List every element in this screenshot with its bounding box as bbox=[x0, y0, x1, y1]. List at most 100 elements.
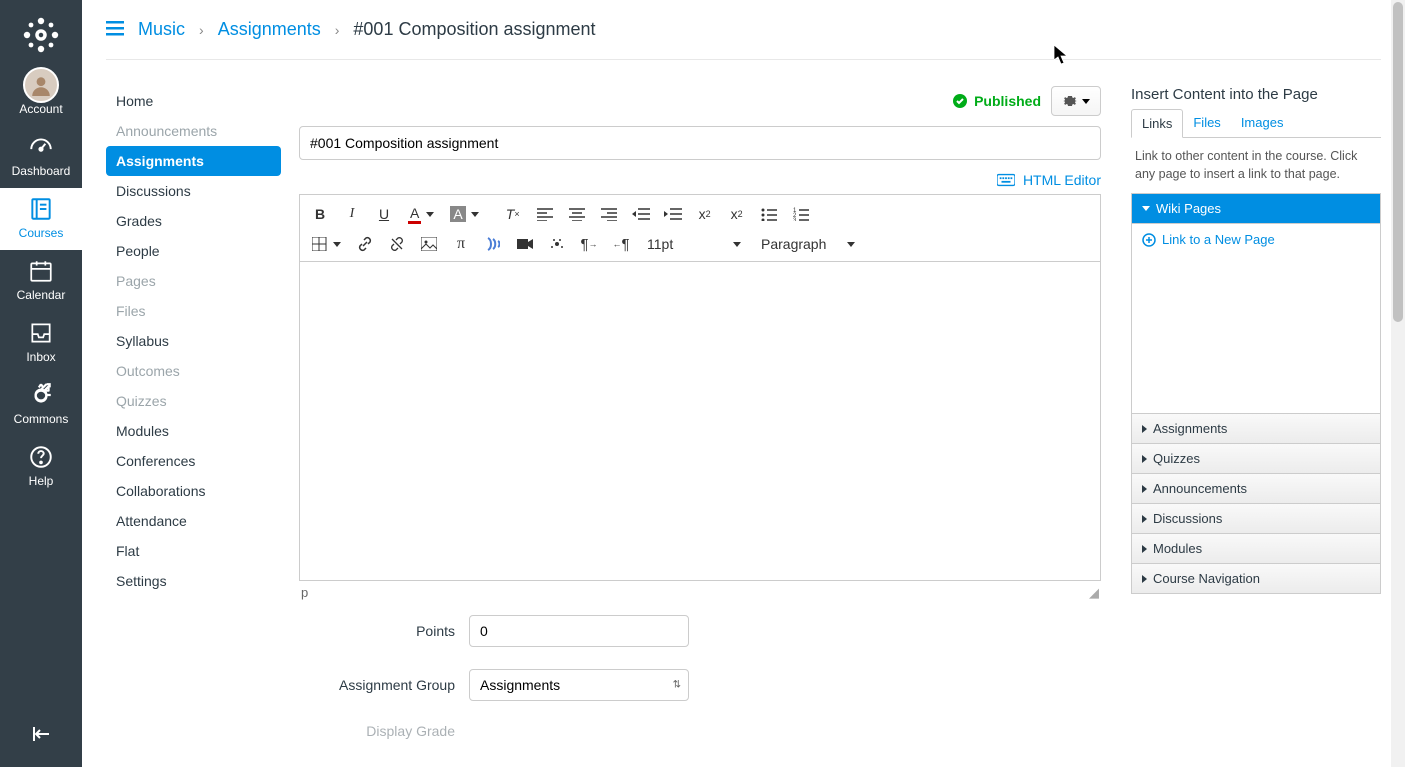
accordion-course-navigation[interactable]: Course Navigation bbox=[1132, 564, 1380, 593]
nav-help[interactable]: Help bbox=[0, 436, 82, 498]
nav-commons[interactable]: Commons bbox=[0, 374, 82, 436]
subscript-button[interactable]: x2 bbox=[723, 201, 751, 227]
clear-format-button[interactable]: T× bbox=[499, 201, 527, 227]
scrollbar[interactable] bbox=[1391, 0, 1405, 767]
block-format-select[interactable]: Paragraph bbox=[753, 231, 863, 257]
indent-button[interactable] bbox=[659, 201, 687, 227]
course-nav-item[interactable]: Home bbox=[106, 86, 281, 116]
accordion-wiki-pages[interactable]: Wiki Pages bbox=[1132, 194, 1380, 224]
caret-right-icon bbox=[1142, 515, 1147, 523]
course-nav-item[interactable]: Grades bbox=[106, 206, 281, 236]
bullet-list-button[interactable] bbox=[755, 201, 783, 227]
course-nav-item[interactable]: Conferences bbox=[106, 446, 281, 476]
caret-down-icon bbox=[1082, 99, 1090, 104]
media-tool-2[interactable] bbox=[543, 231, 571, 257]
rich-text-editor[interactable] bbox=[299, 261, 1101, 581]
tab-files[interactable]: Files bbox=[1183, 109, 1230, 137]
assignment-title-input[interactable] bbox=[299, 126, 1101, 160]
course-nav-item[interactable]: Outcomes bbox=[106, 356, 281, 386]
editor-path[interactable]: p bbox=[301, 585, 308, 601]
text-color-button[interactable]: A bbox=[402, 201, 440, 227]
record-media-button[interactable] bbox=[511, 231, 539, 257]
course-nav-item[interactable]: Syllabus bbox=[106, 326, 281, 356]
breadcrumb-current: #001 Composition assignment bbox=[353, 19, 595, 40]
superscript-button[interactable]: x2 bbox=[691, 201, 719, 227]
assignment-group-select[interactable]: Assignments bbox=[469, 669, 689, 701]
course-nav-item[interactable]: Collaborations bbox=[106, 476, 281, 506]
course-nav-item[interactable]: Quizzes bbox=[106, 386, 281, 416]
speedometer-icon bbox=[0, 134, 82, 160]
nav-inbox-label: Inbox bbox=[0, 350, 82, 364]
nav-courses-label: Courses bbox=[0, 226, 82, 240]
image-button[interactable] bbox=[415, 231, 443, 257]
canvas-logo[interactable] bbox=[20, 14, 62, 56]
published-icon bbox=[952, 93, 968, 109]
course-nav: HomeAnnouncementsAssignmentsDiscussionsG… bbox=[106, 60, 281, 767]
nav-collapse-toggle[interactable] bbox=[0, 710, 82, 767]
accordion-modules[interactable]: Modules bbox=[1132, 534, 1380, 564]
tab-images[interactable]: Images bbox=[1231, 109, 1294, 137]
keyboard-icon bbox=[997, 172, 1015, 188]
accordion-discussions[interactable]: Discussions bbox=[1132, 504, 1380, 534]
course-nav-item[interactable]: Announcements bbox=[106, 116, 281, 146]
font-size-select[interactable]: 11pt bbox=[639, 231, 749, 257]
bold-button[interactable]: B bbox=[306, 201, 334, 227]
accordion-quizzes[interactable]: Quizzes bbox=[1132, 444, 1380, 474]
html-editor-toggle[interactable]: HTML Editor bbox=[997, 172, 1101, 188]
course-nav-item[interactable]: Modules bbox=[106, 416, 281, 446]
link-to-new-page[interactable]: Link to a New Page bbox=[1142, 232, 1370, 247]
sidebar-title: Insert Content into the Page bbox=[1131, 86, 1381, 103]
rich-text-toolbar: B I U A A T× x2 x2 bbox=[299, 194, 1101, 261]
nav-courses[interactable]: Courses bbox=[0, 188, 82, 250]
italic-button[interactable]: I bbox=[338, 201, 366, 227]
outdent-button[interactable] bbox=[627, 201, 655, 227]
course-nav-item[interactable]: Files bbox=[106, 296, 281, 326]
global-nav: Account Dashboard Courses Calendar Inbox bbox=[0, 0, 82, 767]
align-left-button[interactable] bbox=[531, 201, 559, 227]
breadcrumb-course[interactable]: Music bbox=[138, 19, 185, 40]
ltr-button[interactable]: ¶→ bbox=[575, 231, 603, 257]
published-status: Published bbox=[952, 93, 1041, 109]
nav-calendar[interactable]: Calendar bbox=[0, 250, 82, 312]
equation-button[interactable]: π bbox=[447, 231, 475, 257]
course-nav-item[interactable]: Settings bbox=[106, 566, 281, 596]
accordion-announcements[interactable]: Announcements bbox=[1132, 474, 1380, 504]
chevron-right-icon: › bbox=[199, 22, 204, 38]
media-tool-1[interactable] bbox=[479, 231, 507, 257]
gear-icon bbox=[1062, 93, 1078, 109]
avatar-icon bbox=[0, 72, 82, 98]
caret-right-icon bbox=[1142, 545, 1147, 553]
nav-dashboard[interactable]: Dashboard bbox=[0, 126, 82, 188]
course-nav-item[interactable]: Discussions bbox=[106, 176, 281, 206]
svg-text:3: 3 bbox=[793, 218, 797, 221]
unlink-button[interactable] bbox=[383, 231, 411, 257]
chevron-right-icon: › bbox=[335, 22, 340, 38]
align-right-button[interactable] bbox=[595, 201, 623, 227]
rtl-button[interactable]: ←¶ bbox=[607, 231, 635, 257]
nav-inbox[interactable]: Inbox bbox=[0, 312, 82, 374]
caret-right-icon bbox=[1142, 485, 1147, 493]
breadcrumb-section[interactable]: Assignments bbox=[218, 19, 321, 40]
course-menu-toggle[interactable] bbox=[106, 19, 124, 40]
number-list-button[interactable]: 123 bbox=[787, 201, 815, 227]
accordion-assignments[interactable]: Assignments bbox=[1132, 414, 1380, 444]
course-nav-item[interactable]: People bbox=[106, 236, 281, 266]
course-nav-item[interactable]: Flat bbox=[106, 536, 281, 566]
table-button[interactable] bbox=[306, 231, 347, 257]
course-nav-item[interactable]: Attendance bbox=[106, 506, 281, 536]
align-center-button[interactable] bbox=[563, 201, 591, 227]
plus-circle-icon bbox=[1142, 233, 1156, 247]
nav-account[interactable]: Account bbox=[0, 64, 82, 126]
underline-button[interactable]: U bbox=[370, 201, 398, 227]
inbox-icon bbox=[0, 320, 82, 346]
course-nav-item[interactable]: Assignments bbox=[106, 146, 281, 176]
html-editor-label: HTML Editor bbox=[1023, 172, 1101, 188]
points-input[interactable] bbox=[469, 615, 689, 647]
tab-links[interactable]: Links bbox=[1131, 109, 1183, 138]
link-button[interactable] bbox=[351, 231, 379, 257]
resize-handle[interactable]: ◢ bbox=[1089, 585, 1099, 601]
settings-menu-button[interactable] bbox=[1051, 86, 1101, 116]
course-nav-item[interactable]: Pages bbox=[106, 266, 281, 296]
bg-color-button[interactable]: A bbox=[444, 201, 484, 227]
nav-calendar-label: Calendar bbox=[0, 288, 82, 302]
